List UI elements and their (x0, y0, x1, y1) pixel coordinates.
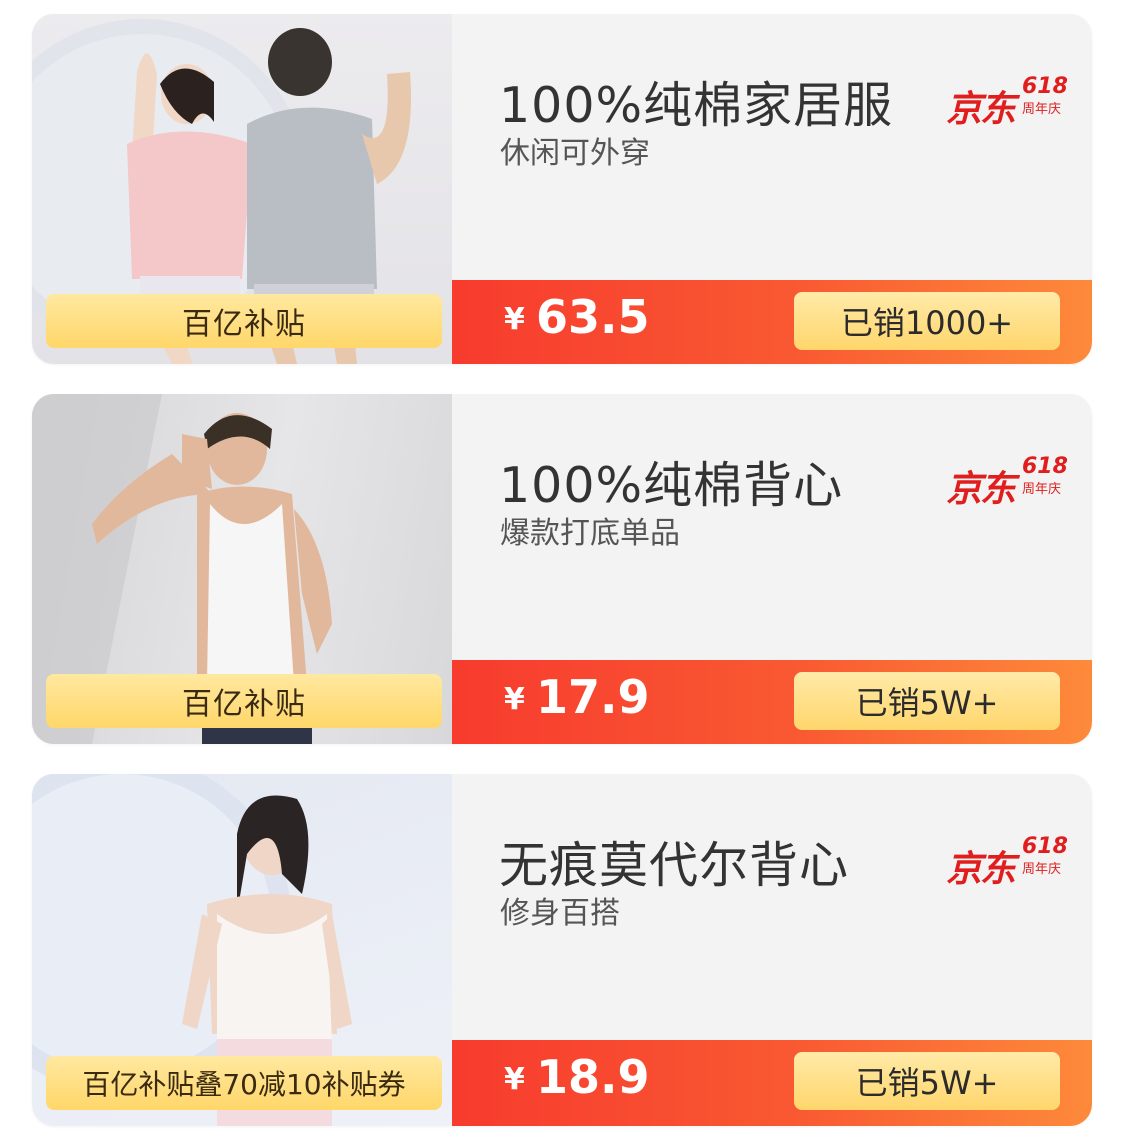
currency-symbol: ¥ (504, 1062, 525, 1097)
jd-logo-text: 京东 (946, 469, 1016, 510)
product-info: 100%纯棉家居服 休闲可外穿 京东 618 周年庆 ¥ 63.5 已销1000… (452, 14, 1092, 364)
price-bar[interactable]: ¥ 18.9 已销5W+ (452, 1040, 1092, 1126)
sales-count-badge: 已销5W+ (794, 1052, 1060, 1110)
currency-symbol: ¥ (504, 302, 525, 337)
jd-logo-text: 京东 (946, 849, 1016, 890)
product-image[interactable]: 百亿补贴 (32, 394, 452, 744)
jd-logo-text: 京东 (946, 89, 1016, 130)
product-title[interactable]: 无痕莫代尔背心 (499, 826, 849, 897)
sales-count-badge: 已销5W+ (794, 672, 1060, 730)
product-card[interactable]: 百亿补贴 100%纯棉背心 爆款打底单品 京东 618 周年庆 ¥ 17.9 已… (32, 394, 1092, 744)
jd-618-logo-icon: 京东 618 周年庆 (946, 454, 1068, 510)
jd-logo-number: 618 (1022, 74, 1068, 99)
price-value: 17.9 (536, 670, 650, 724)
jd-logo-sub: 周年庆 (1022, 862, 1062, 877)
product-subtitle: 修身百搭 (500, 896, 620, 931)
product-info: 无痕莫代尔背心 修身百搭 京东 618 周年庆 ¥ 18.9 已销5W+ (452, 774, 1092, 1126)
jd-618-logo-icon: 京东 618 周年庆 (946, 834, 1068, 890)
price-value: 18.9 (536, 1050, 650, 1104)
product-subtitle: 休闲可外穿 (500, 136, 650, 171)
subsidy-badge: 百亿补贴 (46, 294, 442, 348)
sales-count-badge: 已销1000+ (794, 292, 1060, 350)
currency-symbol: ¥ (504, 682, 525, 717)
subsidy-badge: 百亿补贴叠70减10补贴券 (46, 1056, 442, 1110)
price-bar[interactable]: ¥ 17.9 已销5W+ (452, 660, 1092, 744)
subsidy-badge: 百亿补贴 (46, 674, 442, 728)
product-image[interactable]: 百亿补贴叠70减10补贴券 (32, 774, 452, 1126)
product-subtitle: 爆款打底单品 (500, 516, 680, 551)
product-title[interactable]: 100%纯棉背心 (499, 446, 843, 517)
product-image[interactable]: 百亿补贴 (32, 14, 452, 364)
product-title[interactable]: 100%纯棉家居服 (499, 66, 893, 137)
product-info: 100%纯棉背心 爆款打底单品 京东 618 周年庆 ¥ 17.9 已销5W+ (452, 394, 1092, 744)
price-value: 63.5 (536, 290, 650, 344)
jd-logo-sub: 周年庆 (1022, 482, 1062, 497)
jd-logo-number: 618 (1022, 454, 1068, 479)
price-bar[interactable]: ¥ 63.5 已销1000+ (452, 280, 1092, 364)
product-card[interactable]: 百亿补贴叠70减10补贴券 无痕莫代尔背心 修身百搭 京东 618 周年庆 ¥ … (32, 774, 1092, 1126)
jd-618-logo-icon: 京东 618 周年庆 (946, 74, 1068, 130)
product-card[interactable]: 百亿补贴 100%纯棉家居服 休闲可外穿 京东 618 周年庆 ¥ 63.5 已… (32, 14, 1092, 364)
jd-logo-number: 618 (1022, 834, 1068, 859)
jd-logo-sub: 周年庆 (1022, 102, 1062, 117)
